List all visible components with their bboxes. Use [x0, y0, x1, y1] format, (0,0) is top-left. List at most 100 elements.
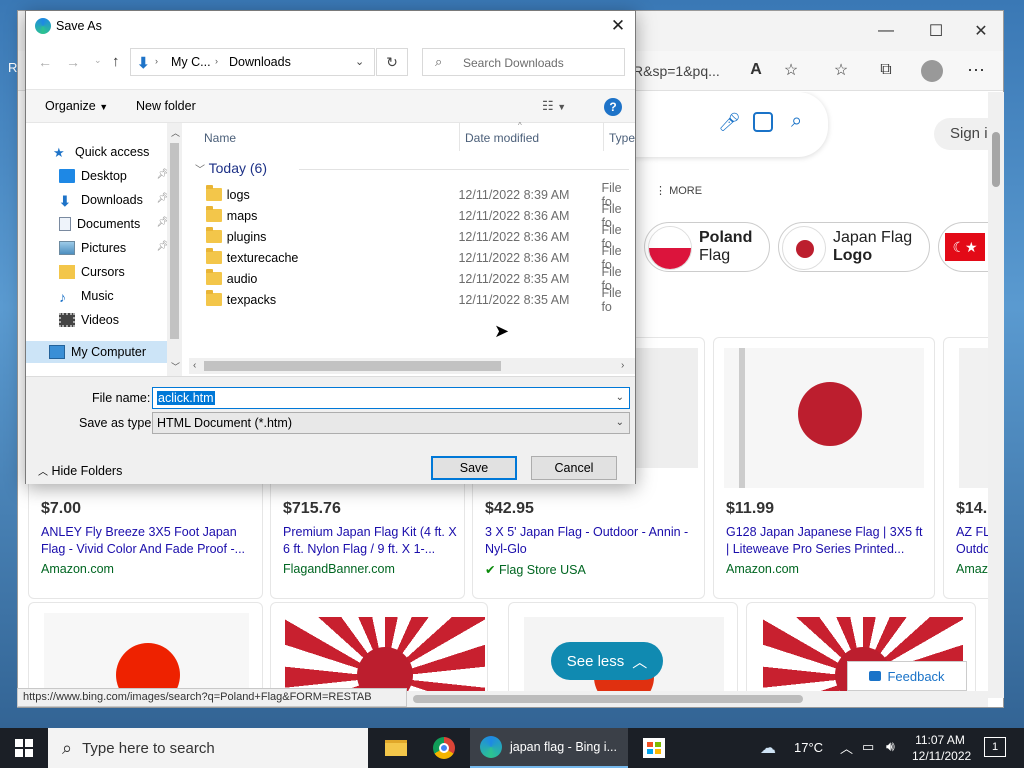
edge-taskbar-button[interactable]: japan flag - Bing i...	[470, 728, 628, 768]
scroll-up-icon[interactable]: ︿	[171, 126, 180, 139]
column-divider[interactable]	[459, 123, 460, 151]
breadcrumb-item[interactable]: My C...	[171, 55, 211, 69]
column-name[interactable]: Name	[204, 131, 236, 145]
file-row[interactable]: plugins 12/11/2022 8:36 AM File fo	[189, 223, 635, 251]
microphone-icon[interactable]: 🎤︎	[718, 112, 741, 133]
column-type[interactable]: Type	[609, 131, 635, 145]
column-divider[interactable]	[603, 123, 604, 151]
save-as-type-select[interactable]: HTML Document (*.htm) ⌄	[152, 412, 630, 434]
file-row[interactable]: texpacks 12/11/2022 8:35 AM File fo	[189, 286, 635, 314]
minimize-button[interactable]: —	[863, 19, 909, 43]
file-row[interactable]: texturecache 12/11/2022 8:36 AM File fo	[189, 244, 635, 272]
image-card[interactable]	[28, 602, 263, 698]
tree-item-my-computer[interactable]: My Computer	[26, 341, 174, 363]
scroll-right-icon[interactable]: ›	[621, 360, 624, 371]
file-explorer-taskbar-icon[interactable]	[372, 728, 420, 768]
file-name-dropdown-icon[interactable]: ⌄	[616, 388, 624, 408]
product-title[interactable]: 3 X 5' Japan Flag - Outdoor - Annin - Ny…	[485, 524, 695, 558]
save-button[interactable]: Save	[431, 456, 517, 480]
up-arrow-icon[interactable]: ↑	[112, 53, 120, 70]
profile-avatar[interactable]	[921, 60, 943, 82]
close-window-button[interactable]: ✕	[958, 19, 1004, 43]
product-title[interactable]: ANLEY Fly Breeze 3X5 Foot Japan Flag - V…	[41, 524, 256, 558]
file-row[interactable]: audio 12/11/2022 8:35 AM File fo	[189, 265, 635, 293]
visual-search-icon[interactable]	[753, 112, 773, 132]
tree-item-pictures[interactable]: Pictures 📌︎	[26, 237, 171, 259]
more-menu-icon[interactable]: ⋯	[963, 57, 989, 83]
chip-turkey-flag[interactable]: ☾★	[938, 222, 993, 272]
file-list-horizontal-scrollbar[interactable]: ‹ ›	[189, 358, 635, 374]
product-title[interactable]: G128 Japan Japanese Flag | 3X5 ft | Lite…	[726, 524, 926, 558]
tree-item-quick-access[interactable]: ★ Quick access	[26, 141, 171, 163]
taskbar-search-box[interactable]: ⌕ Type here to search	[48, 728, 368, 768]
recent-locations-chevron-icon[interactable]: ⌄	[94, 55, 102, 66]
network-icon[interactable]: ▭	[862, 739, 874, 755]
favorites-icon[interactable]: ☆	[828, 57, 854, 83]
product-source[interactable]: ✔ Flag Store USA	[485, 562, 586, 577]
column-date-modified[interactable]: Date modified	[465, 131, 539, 145]
organize-button[interactable]: Organize ▼	[45, 99, 108, 113]
tree-scrollbar[interactable]: ︿ ﹀	[167, 123, 182, 376]
product-source[interactable]: FlagandBanner.com	[283, 562, 395, 576]
weather-temperature[interactable]: 17°C	[794, 740, 823, 755]
search-box[interactable]: 🎤︎ ⌕	[618, 92, 828, 157]
product-image[interactable]	[724, 348, 924, 488]
vertical-scrollbar[interactable]	[988, 92, 1004, 698]
group-header[interactable]: ﹀ Today (6)	[195, 160, 267, 176]
notification-center-button[interactable]: 1	[984, 737, 1006, 757]
tree-item-music[interactable]: ♪ Music	[26, 285, 171, 307]
sign-in-button[interactable]: Sign ir	[934, 118, 993, 150]
breadcrumb-bar[interactable]: ⬇ › My C... › Downloads ⌄	[130, 48, 375, 76]
refresh-button[interactable]: ↻	[376, 48, 408, 76]
file-name-input[interactable]: aclick.htm ⌄	[152, 387, 630, 409]
product-card[interactable]: $14. AZ FL Outdo Amaz	[943, 337, 993, 599]
save-type-dropdown-icon[interactable]: ⌄	[616, 413, 624, 433]
add-favorite-icon[interactable]: ☆	[778, 57, 804, 83]
help-icon[interactable]: ?	[604, 98, 622, 116]
product-title[interactable]: Premium Japan Flag Kit (4 ft. X 6 ft. Ny…	[283, 524, 463, 558]
chip-poland-flag[interactable]: Poland Flag	[644, 222, 770, 272]
tree-item-videos[interactable]: Videos	[26, 309, 171, 331]
store-taskbar-icon[interactable]	[630, 728, 678, 768]
tree-item-downloads[interactable]: ⬇ Downloads 📌︎	[26, 189, 171, 211]
hide-folders-toggle[interactable]: ︿ Hide Folders	[38, 463, 122, 478]
horizontal-scroll-thumb[interactable]	[413, 695, 803, 703]
file-row[interactable]: logs 12/11/2022 8:39 AM File fo	[189, 181, 635, 209]
product-source[interactable]: Amazon.com	[41, 562, 114, 576]
view-options-icon[interactable]: ☷ ▼	[542, 98, 566, 114]
product-image[interactable]	[633, 348, 698, 468]
more-filters[interactable]: ⋮ MORE	[655, 184, 702, 197]
tree-item-documents[interactable]: Documents 📌︎	[26, 213, 171, 235]
product-card[interactable]: $11.99 G128 Japan Japanese Flag | 3X5 ft…	[713, 337, 935, 599]
vertical-scroll-thumb[interactable]	[992, 132, 1000, 187]
tree-item-desktop[interactable]: Desktop 📌︎	[26, 165, 171, 187]
collections-icon[interactable]: ⧉	[873, 57, 899, 83]
clock[interactable]: 11:07 AM 12/11/2022	[912, 732, 971, 764]
tree-scroll-thumb[interactable]	[170, 143, 179, 339]
search-downloads-field[interactable]: ⌕ Search Downloads	[422, 48, 625, 76]
back-arrow-icon[interactable]: ←	[38, 54, 52, 70]
search-icon[interactable]: ⌕	[791, 110, 802, 133]
new-folder-button[interactable]: New folder	[136, 99, 196, 113]
chip-japan-flag-logo[interactable]: Japan Flag Logo	[778, 222, 930, 272]
file-row[interactable]: maps 12/11/2022 8:36 AM File fo	[189, 202, 635, 230]
scroll-down-icon[interactable]: ﹀	[171, 360, 180, 373]
see-less-button[interactable]: See less ︿	[551, 642, 663, 680]
tree-item-cursors[interactable]: Cursors	[26, 261, 171, 283]
show-hidden-icons-chevron[interactable]: ︿	[840, 738, 853, 757]
chrome-taskbar-icon[interactable]	[420, 728, 468, 768]
read-aloud-icon[interactable]: A	[743, 57, 769, 83]
file-list-scroll-thumb[interactable]	[204, 361, 501, 371]
volume-icon[interactable]: 🔊︎	[886, 738, 895, 755]
product-source[interactable]: Amazon.com	[726, 562, 799, 576]
weather-cloud-icon[interactable]: ☁	[760, 738, 776, 758]
start-button[interactable]	[0, 728, 48, 768]
maximize-button[interactable]: ☐	[913, 19, 959, 43]
breadcrumb-item[interactable]: Downloads	[229, 55, 291, 69]
scroll-left-icon[interactable]: ‹	[193, 360, 196, 371]
product-source[interactable]: Amaz	[956, 562, 988, 576]
cancel-button[interactable]: Cancel	[531, 456, 617, 480]
forward-arrow-icon[interactable]: →	[66, 54, 80, 70]
feedback-button[interactable]: Feedback	[847, 661, 967, 691]
dialog-close-button[interactable]: ✕	[606, 15, 630, 37]
